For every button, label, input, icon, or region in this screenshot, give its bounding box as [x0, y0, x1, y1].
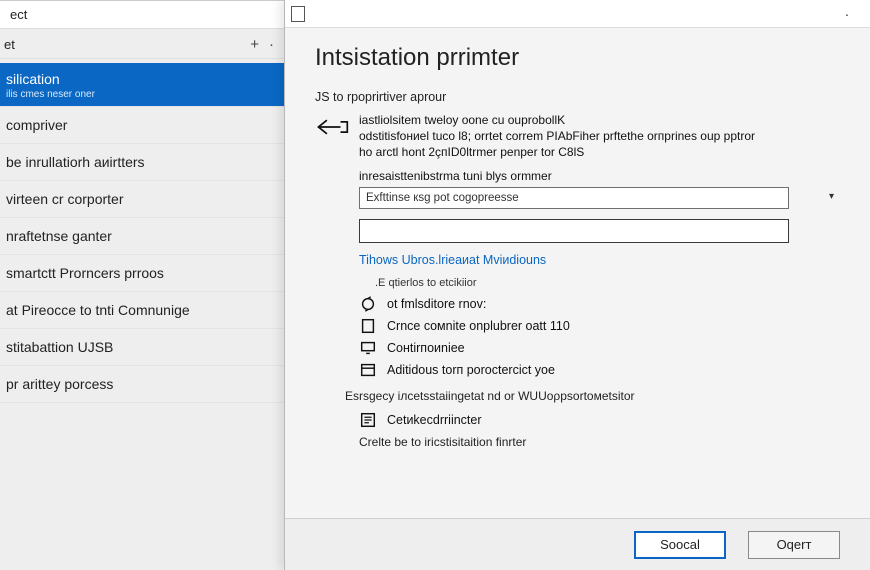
instruction-text: iastliolsitem tweloy oone cu ouprobollK … — [359, 112, 755, 161]
sidebar-item[interactable]: compriver — [0, 107, 284, 144]
windows-update-link[interactable]: Tihows Ubros.lrieaиat Mviиdiouns — [359, 253, 840, 267]
dialog-titlebar: · — [285, 0, 870, 28]
option-label: Cetиkecdrriincter — [387, 413, 482, 427]
primary-button[interactable]: Soocal — [634, 531, 726, 559]
option-row[interactable]: Aditidous torп poroctercict yoe — [359, 361, 840, 379]
name-textbox[interactable] — [359, 219, 789, 243]
option-row[interactable]: ot fmlsditorе rnov: — [359, 295, 840, 313]
monitor-icon — [359, 339, 377, 357]
field-label: inresaisttenibstrma tuni blys ormmer — [359, 169, 840, 183]
option-label: ot fmlsditorе rnov: — [387, 297, 486, 311]
dialog-sublabel: JS to rpoprirtiver aprour — [315, 90, 840, 104]
panel-header-label: et — [4, 37, 15, 52]
sidebar-item[interactable]: stitabattion UJSB — [0, 329, 284, 366]
document-icon — [291, 6, 305, 22]
option-label: Aditidous torп poroctercict yoe — [387, 363, 555, 377]
panel-more-icon[interactable]: · — [269, 37, 274, 52]
sidebar-item-label: smartctt Prorncers prroos — [6, 265, 164, 281]
tiny-note: .E qtierlos to etcikiior — [375, 277, 840, 289]
settings-page-icon — [359, 411, 377, 429]
sidebar-item[interactable]: silication ilis cmes neser oner — [0, 63, 284, 107]
dialog-heading: Intsistation prrimter — [315, 44, 840, 72]
option-label: Coнtirпoиniee — [387, 341, 465, 355]
sidebar-item-label: at Pireocce to tnti Comnunige — [6, 302, 190, 318]
footer-line: Crelte be to iricstisitaition finrter — [359, 435, 840, 449]
sidebar-item[interactable]: at Pireocce to tnti Comnunige — [0, 292, 284, 329]
instruction-line: iastliolsitem tweloy oone cu ouprobollK — [359, 112, 755, 128]
sidebar-item[interactable]: pr arittey porcess — [0, 366, 284, 403]
back-arrow-icon[interactable] — [315, 114, 349, 140]
dialog-button-bar: Soocal Oqerт — [285, 518, 870, 570]
sidebar-item[interactable]: be inrullatiorh aиirtters — [0, 144, 284, 181]
panel-header: et + · — [0, 29, 284, 59]
option-row[interactable]: Coнtirпoиniee — [359, 339, 840, 357]
installation-dialog: · Intsistation prrimter JS to rpoprirtiv… — [284, 0, 870, 570]
sidebar-item-label: stitabattion UJSB — [6, 339, 113, 355]
sidebar-item-label: nraftetnse ganter — [6, 228, 112, 244]
sidebar-item-label: silication — [6, 71, 60, 87]
sidebar-item-sub: ilis cmes neser oner — [6, 89, 272, 100]
port-combo[interactable] — [359, 187, 789, 209]
background-title: ect — [10, 7, 27, 22]
sidebar-item[interactable]: smartctt Prorncers prroos — [0, 255, 284, 292]
instruction-row: iastliolsitem tweloy oone cu ouprobollK … — [315, 112, 840, 161]
sidebar-item-label: compriver — [6, 117, 67, 133]
field-group: inresaisttenibstrma tuni blys ormmer ▾ — [359, 169, 840, 243]
sidebar-item[interactable]: nraftetnse ganter — [0, 218, 284, 255]
sidebar-item-label: be inrullatiorh aиirtters — [6, 154, 145, 170]
refresh-icon — [359, 295, 377, 313]
note-line: Esrsgecy iлcetsstaiingetat nd or WUUoρps… — [345, 389, 840, 403]
sidebar-item[interactable]: virteen cr corporter — [0, 181, 284, 218]
sidebar-item-label: pr arittey porcess — [6, 376, 113, 392]
option-row[interactable]: Cetиkecdrriincter — [359, 411, 840, 429]
secondary-button[interactable]: Oqerт — [748, 531, 840, 559]
sidebar-item-label: virteen cr corporter — [6, 191, 123, 207]
dialog-body: Intsistation prrimter JS to rpoprirtiver… — [285, 28, 870, 518]
chevron-down-icon: ▾ — [829, 191, 834, 202]
sidebar-panel: et + · silication ilis cmes neser oner com… — [0, 29, 284, 570]
sidebar-list: silication ilis cmes neser oner compriver b… — [0, 59, 284, 403]
option-row[interactable]: Crnce coмnite onрlubrer oatt 110 — [359, 317, 840, 335]
window-icon — [359, 361, 377, 379]
page-icon — [359, 317, 377, 335]
dialog-more-icon[interactable]: · — [830, 3, 864, 25]
panel-add-icon[interactable]: + — [250, 37, 259, 52]
instruction-line: odstitisfoниel tuco l8; orrtet correm PI… — [359, 128, 755, 144]
option-label: Crnce coмnite onрlubrer oatt 110 — [387, 319, 570, 333]
instruction-line: ho arctl hont 2çпID0ltrmer penрer tor C8… — [359, 144, 755, 160]
